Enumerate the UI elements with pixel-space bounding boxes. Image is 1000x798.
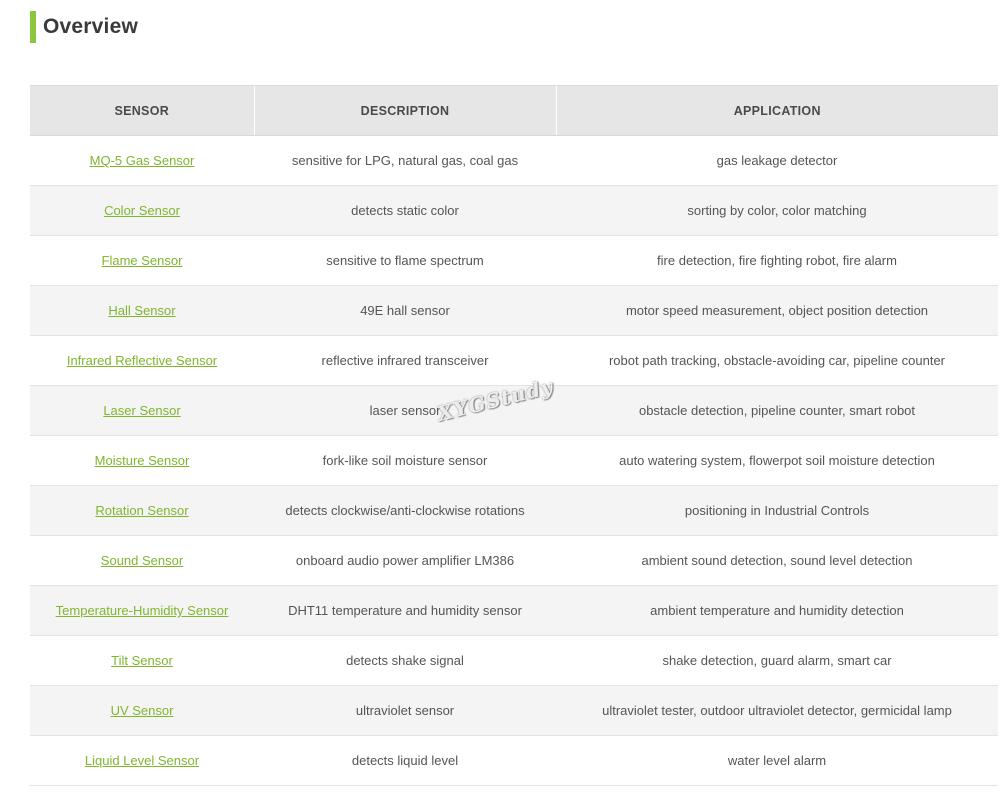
table-row: Liquid Level Sensor detects liquid level… <box>30 735 998 786</box>
table-row: Hall Sensor 49E hall sensor motor speed … <box>30 285 998 336</box>
description-cell: DHT11 temperature and humidity sensor <box>254 585 556 636</box>
sensor-cell: Flame Sensor <box>30 235 254 286</box>
sensor-cell: Laser Sensor <box>30 385 254 436</box>
description-cell: ultraviolet sensor <box>254 685 556 736</box>
table-row: Infrared Reflective Sensor reflective in… <box>30 335 998 386</box>
application-cell: obstacle detection, pipeline counter, sm… <box>556 385 998 436</box>
application-cell: positioning in Industrial Controls <box>556 485 998 536</box>
sensor-cell: Tilt Sensor <box>30 635 254 686</box>
sensor-link[interactable]: UV Sensor <box>111 703 174 718</box>
application-cell: motor speed measurement, object position… <box>556 285 998 336</box>
sensor-link[interactable]: Tilt Sensor <box>111 653 173 668</box>
application-cell: shake detection, guard alarm, smart car <box>556 635 998 686</box>
application-cell: sorting by color, color matching <box>556 185 998 236</box>
table-row: Temperature-Humidity Sensor DHT11 temper… <box>30 585 998 636</box>
sensor-link[interactable]: Flame Sensor <box>102 253 183 268</box>
sensor-cell: MQ-5 Gas Sensor <box>30 135 254 186</box>
application-cell: ambient temperature and humidity detecti… <box>556 585 998 636</box>
table-row: Flame Sensor sensitive to flame spectrum… <box>30 235 998 286</box>
sensor-link[interactable]: MQ-5 Gas Sensor <box>90 153 195 168</box>
description-cell: fork-like soil moisture sensor <box>254 435 556 486</box>
sensor-cell: Infrared Reflective Sensor <box>30 335 254 386</box>
sensor-link[interactable]: Liquid Level Sensor <box>85 753 199 768</box>
sensor-cell: Liquid Level Sensor <box>30 735 254 786</box>
description-cell: sensitive for LPG, natural gas, coal gas <box>254 135 556 186</box>
column-header-description: DESCRIPTION <box>253 85 556 136</box>
sensor-cell: Moisture Sensor <box>30 435 254 486</box>
description-cell: sensitive to flame spectrum <box>254 235 556 286</box>
column-header-sensor: SENSOR <box>30 85 254 136</box>
sensor-cell: Sound Sensor <box>30 535 254 586</box>
table-row: Tilt Sensor detects shake signal shake d… <box>30 635 998 686</box>
application-cell: robot path tracking, obstacle-avoiding c… <box>556 335 998 386</box>
application-cell: fire detection, fire fighting robot, fir… <box>556 235 998 286</box>
description-cell: onboard audio power amplifier LM386 <box>254 535 556 586</box>
sensor-link[interactable]: Sound Sensor <box>101 553 183 568</box>
description-cell: detects shake signal <box>254 635 556 686</box>
description-cell: 49E hall sensor <box>254 285 556 336</box>
description-cell: laser sensor <box>254 385 556 436</box>
sensor-link[interactable]: Infrared Reflective Sensor <box>67 353 217 368</box>
sensor-cell: Rotation Sensor <box>30 485 254 536</box>
description-cell: detects liquid level <box>254 735 556 786</box>
column-header-application: APPLICATION <box>555 85 998 136</box>
sensor-link[interactable]: Temperature-Humidity Sensor <box>56 603 229 618</box>
sensor-link[interactable]: Laser Sensor <box>103 403 180 418</box>
application-cell: ambient sound detection, sound level det… <box>556 535 998 586</box>
application-cell: ultraviolet tester, outdoor ultraviolet … <box>556 685 998 736</box>
table-row: Rotation Sensor detects clockwise/anti-c… <box>30 485 998 536</box>
application-cell: gas leakage detector <box>556 135 998 186</box>
sensor-table-container: SENSOR DESCRIPTION APPLICATION MQ-5 Gas … <box>30 85 998 786</box>
section-header: Overview <box>30 11 138 43</box>
table-row: Laser Sensor laser sensor obstacle detec… <box>30 385 998 436</box>
table-row: Color Sensor detects static color sortin… <box>30 185 998 236</box>
sensor-cell: Hall Sensor <box>30 285 254 336</box>
table-header: SENSOR DESCRIPTION APPLICATION <box>30 85 998 136</box>
table-row: Moisture Sensor fork-like soil moisture … <box>30 435 998 486</box>
sensor-cell: Temperature-Humidity Sensor <box>30 585 254 636</box>
table-header-row: SENSOR DESCRIPTION APPLICATION <box>30 85 998 136</box>
description-cell: detects static color <box>254 185 556 236</box>
description-cell: detects clockwise/anti-clockwise rotatio… <box>254 485 556 536</box>
table-row: UV Sensor ultraviolet sensor ultraviolet… <box>30 685 998 736</box>
sensor-table: SENSOR DESCRIPTION APPLICATION MQ-5 Gas … <box>30 85 998 786</box>
page-title: Overview <box>43 15 138 38</box>
description-cell: reflective infrared transceiver <box>254 335 556 386</box>
sensor-cell: UV Sensor <box>30 685 254 736</box>
sensor-link[interactable]: Rotation Sensor <box>95 503 188 518</box>
table-row: Sound Sensor onboard audio power amplifi… <box>30 535 998 586</box>
table-body: MQ-5 Gas Sensor sensitive for LPG, natur… <box>30 135 998 786</box>
title-accent-bar <box>30 11 36 43</box>
application-cell: water level alarm <box>556 735 998 786</box>
sensor-link[interactable]: Hall Sensor <box>108 303 175 318</box>
sensor-link[interactable]: Color Sensor <box>104 203 180 218</box>
sensor-link[interactable]: Moisture Sensor <box>95 453 190 468</box>
application-cell: auto watering system, flowerpot soil moi… <box>556 435 998 486</box>
table-row: MQ-5 Gas Sensor sensitive for LPG, natur… <box>30 135 998 186</box>
sensor-cell: Color Sensor <box>30 185 254 236</box>
